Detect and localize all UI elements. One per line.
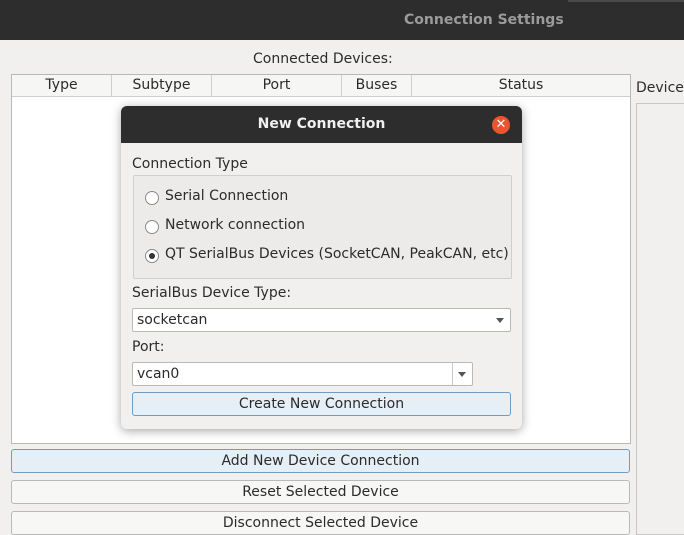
radio-button-icon[interactable]	[145, 220, 159, 234]
disconnect-selected-device-button[interactable]: Disconnect Selected Device	[11, 511, 630, 535]
radio-label: QT SerialBus Devices (SocketCAN, PeakCAN…	[165, 246, 509, 262]
dialog-title: New Connection	[257, 116, 386, 132]
port-value: vcan0	[137, 366, 180, 382]
radio-button-icon[interactable]	[145, 191, 159, 205]
add-device-connection-button[interactable]: Add New Device Connection	[11, 449, 630, 473]
column-header-status[interactable]: Status	[412, 75, 630, 96]
radio-button-checked-icon[interactable]	[145, 249, 159, 263]
column-header-port[interactable]: Port	[212, 75, 342, 96]
new-connection-dialog: New Connection ✕ Connection Type Serial …	[121, 106, 522, 429]
connected-devices-label: Connected Devices:	[253, 51, 393, 67]
table-header: Type Subtype Port Buses Status	[12, 75, 630, 97]
column-header-type[interactable]: Type	[12, 75, 112, 96]
device-type-label: SerialBus Device Type:	[132, 285, 292, 301]
combo-divider	[452, 363, 453, 385]
window-title: Connection Settings	[404, 12, 564, 28]
column-header-subtype[interactable]: Subtype	[112, 75, 212, 96]
dialog-titlebar: New Connection ✕	[121, 106, 522, 143]
reset-selected-device-button[interactable]: Reset Selected Device	[11, 480, 630, 504]
chevron-down-icon[interactable]	[458, 372, 466, 377]
port-combobox[interactable]: vcan0	[132, 362, 473, 386]
titlebar-divider	[568, 0, 684, 2]
device-label: Device	[636, 80, 684, 96]
close-icon[interactable]: ✕	[492, 116, 510, 134]
connection-type-group: Serial Connection Network connection QT …	[133, 175, 512, 279]
radio-label: Network connection	[165, 217, 306, 233]
device-panel	[636, 103, 684, 535]
device-type-value: socketcan	[137, 312, 208, 328]
radio-label: Serial Connection	[165, 188, 289, 204]
device-type-select[interactable]: socketcan	[132, 308, 511, 332]
create-connection-button[interactable]: Create New Connection	[132, 392, 511, 416]
window-titlebar: Connection Settings	[0, 0, 684, 40]
port-label: Port:	[132, 339, 165, 355]
connection-type-label: Connection Type	[132, 156, 248, 172]
chevron-down-icon	[496, 318, 504, 323]
column-header-buses[interactable]: Buses	[342, 75, 412, 96]
